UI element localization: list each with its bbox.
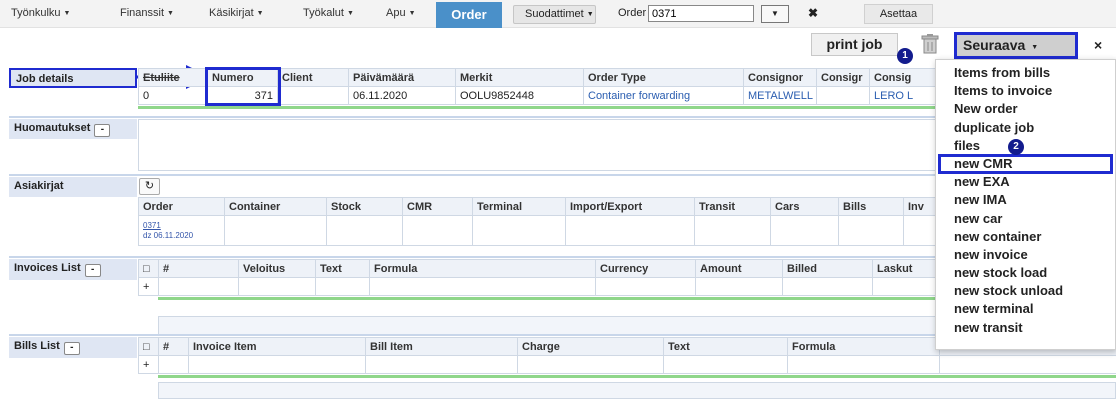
notes-area[interactable]	[138, 119, 938, 171]
row-divider	[158, 375, 1116, 378]
col-import-export: Import/Export	[566, 198, 695, 216]
col-transit: Transit	[695, 198, 771, 216]
cell-order-type[interactable]: Container forwarding	[584, 87, 744, 105]
col-charge: Charge	[518, 338, 664, 356]
table-row[interactable]: +	[139, 278, 939, 296]
documents-table: Order Container Stock CMR Terminal Impor…	[138, 197, 939, 246]
number-highlight-box	[205, 67, 281, 106]
col-invoices: Inv	[904, 198, 939, 216]
job-details-label: Job details	[9, 68, 137, 88]
menu-item-new-container[interactable]: new container	[936, 228, 1115, 246]
cell-marks: OOLU9852448	[456, 87, 584, 105]
menu-item-new-stock-unload[interactable]: new stock unload	[936, 282, 1115, 300]
col-formula: Formula	[370, 260, 596, 278]
col-client: Client	[278, 69, 349, 87]
menu-item-items-to-invoice[interactable]: Items to invoice	[936, 82, 1115, 100]
bills-title: Bills List	[14, 340, 60, 352]
row-divider	[138, 106, 938, 109]
cell-client	[278, 87, 349, 105]
col-consignor-2: Consigr	[817, 69, 870, 87]
menu-item-new-invoice[interactable]: new invoice	[936, 246, 1115, 264]
menu-item-items-from-bills[interactable]: Items from bills	[936, 64, 1115, 82]
menu-item-new-cmr[interactable]: new CMR	[939, 155, 1112, 173]
add-row-button[interactable]: +	[139, 356, 159, 374]
menu-item-new-order[interactable]: New order	[936, 100, 1115, 118]
col-text: Text	[664, 338, 788, 356]
col-order: Order	[139, 198, 225, 216]
cell-consignee[interactable]: LERO L	[870, 87, 939, 105]
col-cmr: CMR	[403, 198, 473, 216]
menu-item-duplicate-job[interactable]: duplicate job	[936, 119, 1115, 137]
step-badge-2: 2	[1008, 139, 1024, 155]
invoices-footer	[158, 316, 938, 335]
refresh-icon[interactable]: ↻	[139, 178, 160, 195]
col-charge: Veloitus	[239, 260, 316, 278]
col-consignor: Consignor	[744, 69, 817, 87]
cell-prefix: 0	[139, 87, 208, 105]
col-cars: Cars	[771, 198, 839, 216]
collapse-notes-button[interactable]: -	[94, 124, 110, 137]
col-amount: Amount	[696, 260, 783, 278]
order-document-date: dz 06.11.2020	[143, 231, 220, 241]
col-date: Päivämäärä	[349, 69, 456, 87]
next-dropdown-menu: Items from bills Items to invoice New or…	[935, 59, 1116, 350]
col-invoice: Laskut	[873, 260, 939, 278]
select-all-checkbox[interactable]: □	[139, 338, 159, 356]
col-marks: Merkit	[456, 69, 584, 87]
col-invoice-item: Invoice Item	[189, 338, 366, 356]
menu-item-new-transit[interactable]: new transit	[936, 319, 1115, 337]
cell-consignor-2	[817, 87, 870, 105]
col-hash: #	[159, 260, 239, 278]
collapse-invoices-button[interactable]: -	[85, 264, 101, 277]
select-all-checkbox[interactable]: □	[139, 260, 159, 278]
menu-item-new-terminal[interactable]: new terminal	[936, 300, 1115, 318]
invoices-title: Invoices List	[14, 262, 81, 274]
col-bills: Bills	[839, 198, 904, 216]
notes-title: Huomautukset	[14, 122, 90, 134]
menu-item-new-exa[interactable]: new EXA	[936, 173, 1115, 191]
col-billed: Billed	[783, 260, 873, 278]
col-stock: Stock	[327, 198, 403, 216]
bills-footer	[158, 382, 1116, 399]
col-consignee: Consig	[870, 69, 939, 87]
col-container: Container	[225, 198, 327, 216]
col-order-type: Order Type	[584, 69, 744, 87]
col-prefix: Etuliite	[139, 69, 208, 87]
cell-consignor[interactable]: METALWELL	[744, 87, 817, 105]
cell-date: 06.11.2020	[349, 87, 456, 105]
table-row: 0371 dz 06.11.2020	[139, 216, 939, 246]
order-document-link[interactable]: 0371	[143, 221, 220, 231]
documents-label: Asiakirjat	[9, 177, 137, 197]
col-currency: Currency	[596, 260, 696, 278]
col-bill-item: Bill Item	[366, 338, 518, 356]
collapse-bills-button[interactable]: -	[64, 342, 80, 355]
menu-item-new-car[interactable]: new car	[936, 210, 1115, 228]
menu-item-new-ima[interactable]: new IMA	[936, 191, 1115, 209]
invoices-table: □ # Veloitus Text Formula Currency Amoun…	[138, 259, 939, 296]
menu-item-new-stock-load[interactable]: new stock load	[936, 264, 1115, 282]
table-row[interactable]: +	[139, 356, 1116, 374]
col-formula: Formula	[788, 338, 940, 356]
add-row-button[interactable]: +	[139, 278, 159, 296]
invoices-label: Invoices List-	[9, 259, 137, 280]
row-divider	[158, 297, 938, 300]
notes-label: Huomautukset-	[9, 119, 137, 139]
col-text: Text	[316, 260, 370, 278]
col-terminal: Terminal	[473, 198, 566, 216]
bills-label: Bills List-	[9, 337, 137, 358]
col-hash: #	[159, 338, 189, 356]
menu-item-files[interactable]: files	[936, 137, 1115, 155]
